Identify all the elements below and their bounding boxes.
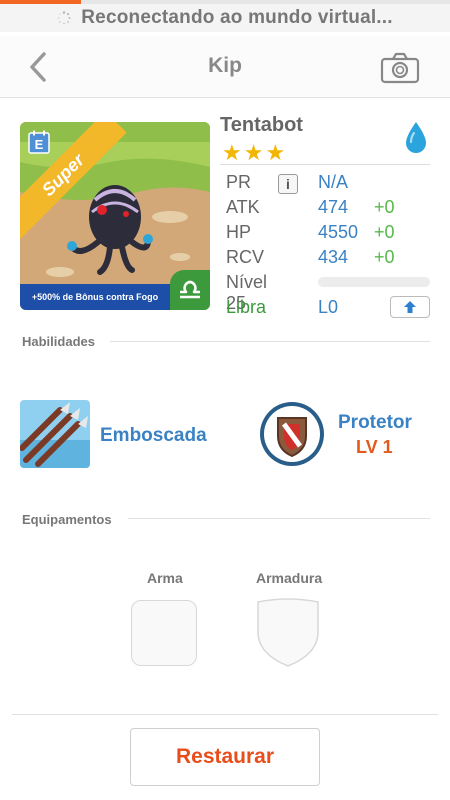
reconnect-message: Reconectando ao mundo virtual...: [81, 7, 393, 28]
spinner-icon: [58, 11, 71, 25]
armor-label: Armadura: [256, 570, 323, 586]
active-skill-name[interactable]: Emboscada: [100, 425, 207, 447]
stat-bonus: +0: [374, 247, 395, 267]
water-drop-icon: [406, 122, 426, 153]
equipment-heading: Equipamentos: [22, 512, 112, 527]
weapon-slot[interactable]: [131, 600, 197, 666]
star-rating: ★★★: [222, 140, 288, 165]
divider: [110, 341, 430, 342]
divider: [128, 518, 430, 519]
stat-value: 434: [318, 247, 349, 267]
stat-value: 474: [318, 197, 349, 217]
arrows-icon[interactable]: [20, 400, 90, 468]
stat-value: 4550: [318, 222, 359, 242]
stat-label: RCV: [226, 247, 265, 267]
navbar: Kip: [0, 36, 450, 98]
svg-text:E: E: [35, 137, 44, 152]
camera-icon[interactable]: [380, 52, 420, 84]
stat-value: N/A: [318, 172, 349, 192]
zodiac-level: L0: [318, 297, 339, 317]
libra-icon: [170, 270, 210, 310]
reconnect-banner: Reconectando ao mundo virtual...: [0, 4, 450, 32]
skills-heading: Habilidades: [22, 334, 95, 349]
weapon-label: Arma: [147, 570, 183, 586]
element-bonus-label: +500% de Bônus contra Fogo: [20, 284, 170, 310]
zodiac-label: Libra: [226, 297, 267, 317]
zodiac-upgrade-button[interactable]: [390, 296, 430, 318]
evolution-badge-icon: E: [28, 130, 50, 154]
arrow-up-icon: [404, 301, 416, 313]
stat-label: ATK: [226, 197, 260, 217]
level-progress-bar: [318, 277, 430, 287]
divider: [220, 164, 430, 165]
stat-label: HP: [226, 222, 252, 242]
monster-name: Tentabot: [220, 114, 303, 136]
stat-label: PR: [226, 172, 252, 192]
divider: [12, 714, 438, 715]
stat-bonus: +0: [374, 222, 395, 242]
monster-card[interactable]: Super E +500% de Bônus contra Fogo: [20, 122, 210, 310]
passive-skill-level: LV 1: [356, 437, 393, 457]
shield-icon[interactable]: [258, 400, 326, 468]
stat-bonus: +0: [374, 197, 395, 217]
info-icon[interactable]: i: [278, 174, 298, 194]
armor-slot[interactable]: [255, 598, 321, 668]
restore-button[interactable]: Restaurar: [130, 728, 320, 786]
passive-skill-name[interactable]: Protetor: [338, 412, 412, 434]
